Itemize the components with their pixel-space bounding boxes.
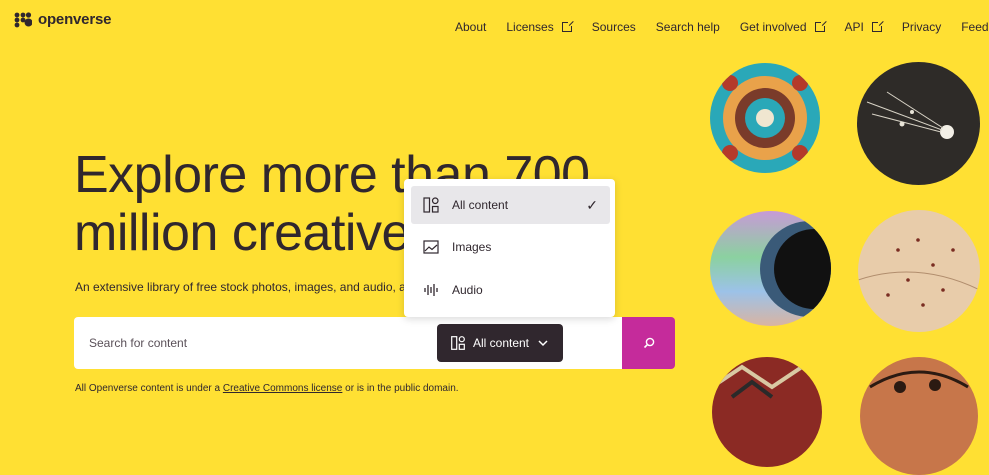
dropdown-item-label: Audio [452,283,483,297]
nav-api[interactable]: API [844,20,884,34]
content-type-dropdown: All content ✓ Images Audio [404,179,615,317]
external-link-icon [814,20,827,32]
external-link-icon [871,20,884,32]
search-input-wrapper: All content [74,317,622,369]
image-icon [423,240,439,254]
featured-image-planet-rings[interactable] [710,211,831,326]
audio-icon [424,284,438,296]
license-footnote: All Openverse content is under a Creativ… [75,383,459,394]
all-content-icon [423,197,439,213]
nav-about-label: About [455,20,487,34]
nav-search-help[interactable]: Search help [656,20,720,34]
nav-about[interactable]: About [455,20,486,34]
creative-commons-link[interactable]: Creative Commons license [223,383,343,394]
content-type-label: All content [472,336,530,350]
openverse-logo[interactable]: openverse [14,11,111,28]
nav-search-help-label: Search help [655,20,720,34]
dropdown-item-images[interactable]: Images [411,228,610,266]
nav-sources[interactable]: Sources [592,20,636,34]
nav-api-label: API [844,20,864,34]
search-bar: All content [74,317,675,369]
checkmark-icon: ✓ [586,197,598,213]
top-bar: openverse About Licenses Sources Search … [0,0,989,50]
all-content-icon [451,336,465,350]
logo-text: openverse [38,11,112,28]
nav-feedback[interactable]: Feedback [961,20,989,34]
dropdown-item-label: Images [452,240,492,254]
dropdown-item-label: All content [452,198,509,212]
search-button[interactable] [622,317,675,369]
nav-get-involved[interactable]: Get involved [739,20,827,34]
content-type-button[interactable]: All content [437,324,563,362]
nav-licenses-label: Licenses [506,20,554,34]
nav-get-involved-label: Get involved [739,20,807,34]
nav-privacy[interactable]: Privacy [902,20,941,34]
footnote-prefix: All Openverse content is under a [75,383,223,394]
main-nav: About Licenses Sources Search help Get i… [455,20,989,34]
nav-sources-label: Sources [591,20,636,34]
nav-privacy-label: Privacy [901,20,942,34]
dropdown-item-audio[interactable]: Audio [411,271,610,309]
search-icon [643,337,654,349]
nav-licenses[interactable]: Licenses [506,20,574,34]
featured-image-textile-pattern[interactable] [712,357,822,467]
dropdown-item-all-content[interactable]: All content ✓ [411,186,610,224]
featured-image-comet-illustration[interactable] [857,62,980,185]
featured-image-star-map[interactable] [858,210,980,332]
external-link-icon [561,20,574,32]
footnote-suffix: or is in the public domain. [342,383,459,394]
featured-image-ancient-vase[interactable] [860,357,978,475]
chevron-down-icon [538,340,548,347]
featured-image-tile-mosaic[interactable] [710,63,820,173]
openverse-logo-icon [14,11,32,27]
nav-feedback-label: Feedback [961,20,989,34]
